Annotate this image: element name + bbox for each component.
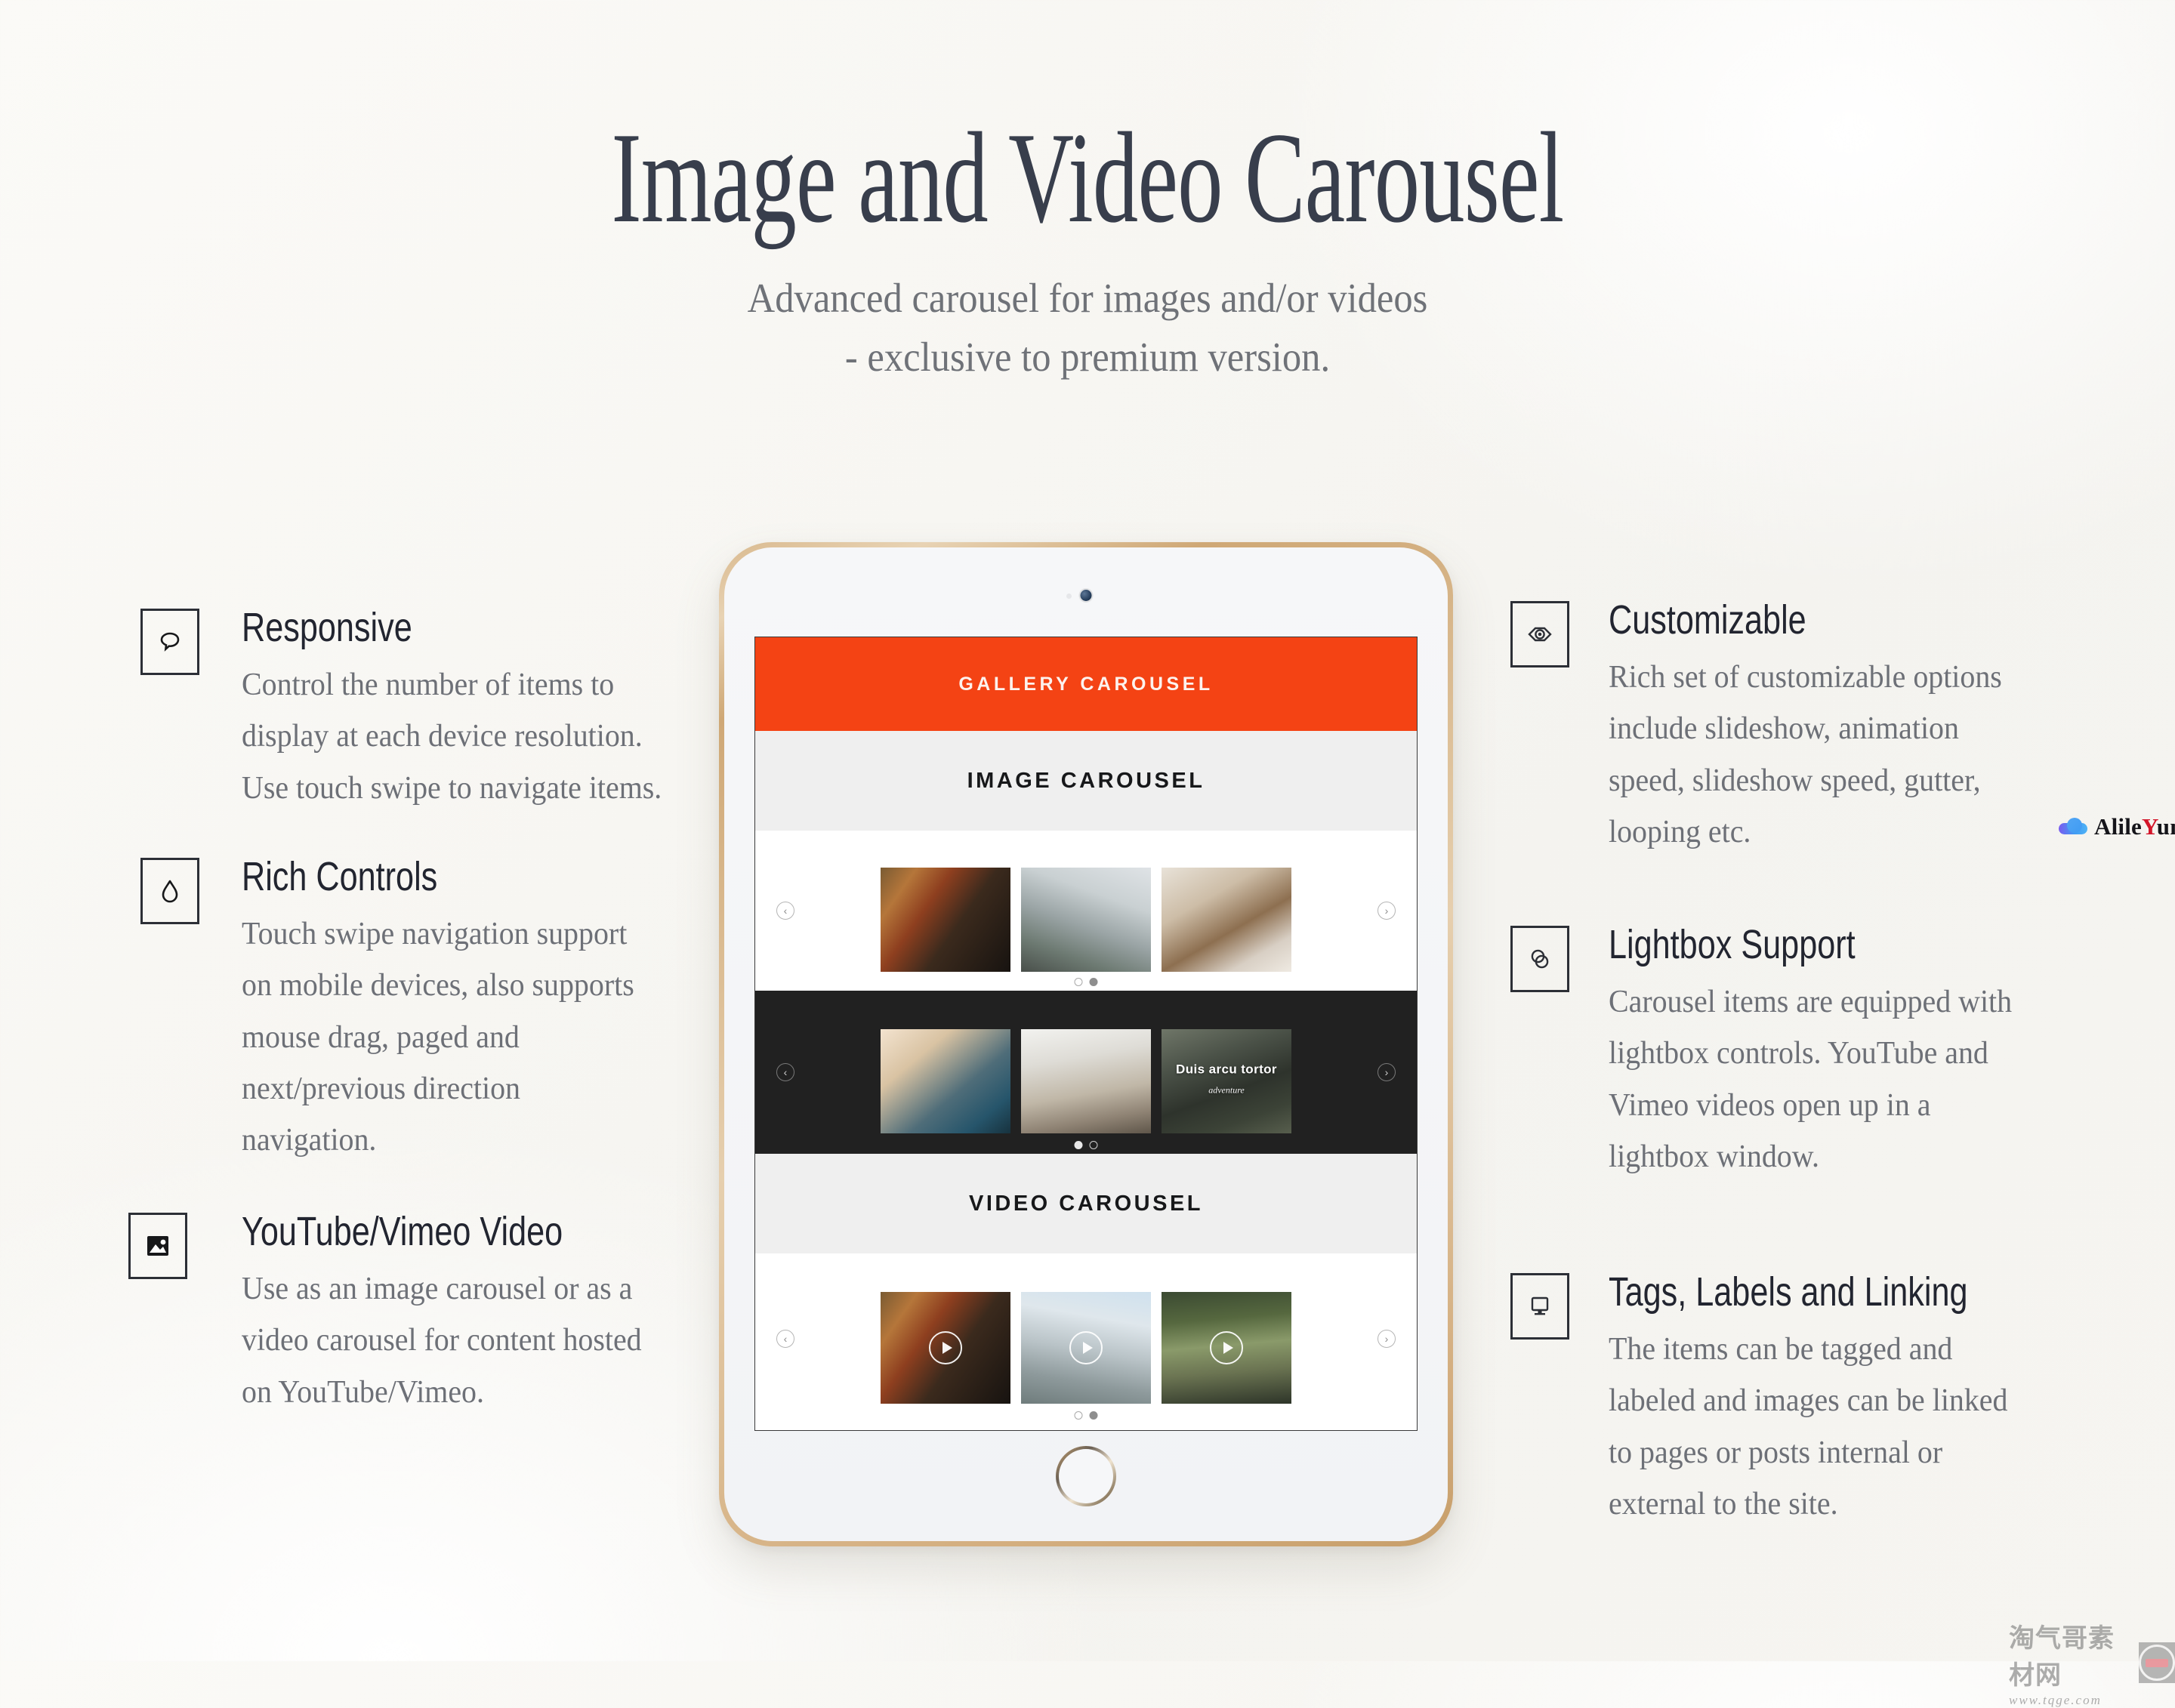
tqge-url: www.tqge.com — [2009, 1693, 2102, 1707]
feature-body: Rich set of customizable options include… — [1609, 659, 2002, 849]
overlapping-circles-icon — [1510, 926, 1569, 992]
tqge-text-block: 淘气哥素材网 www.tqge.com — [2009, 1617, 2131, 1708]
feature-column-left: Responsive Control the number of items t… — [128, 604, 684, 1450]
speech-bubble-icon — [140, 609, 199, 675]
carousel-strip[interactable] — [881, 868, 1291, 972]
page-subtitle: Advanced carousel for images and/or vide… — [87, 243, 2088, 387]
carousel-next-button[interactable]: › — [1378, 1330, 1396, 1348]
gallery-carousel-header: GALLERY CAROUSEL — [755, 637, 1417, 731]
ambient-sensor-icon — [1066, 593, 1072, 599]
carousel-item[interactable] — [881, 1292, 1010, 1404]
feature-customizable: Customizable Rich set of customizable op… — [1510, 597, 2054, 921]
feature-title: Tags, Labels and Linking — [1609, 1269, 1968, 1315]
play-icon[interactable] — [1210, 1331, 1243, 1364]
image-icon — [128, 1213, 187, 1279]
feature-body: The items can be tagged and labeled and … — [1609, 1331, 2008, 1521]
feature-body: Control the number of items to display a… — [242, 667, 662, 806]
feature-responsive: Responsive Control the number of items t… — [140, 604, 684, 853]
carousel-item[interactable] — [881, 1029, 1010, 1133]
carousel-pagination[interactable] — [1074, 1411, 1098, 1420]
feature-title: Lightbox Support — [1609, 922, 1856, 967]
carousel-strip[interactable] — [881, 1292, 1291, 1404]
carousel-item[interactable] — [881, 868, 1010, 972]
pagination-dot-active[interactable] — [1089, 978, 1098, 986]
pagination-dot[interactable] — [1074, 1411, 1083, 1420]
tqge-watermark: 淘气哥素材网 www.tqge.com — [2009, 1617, 2175, 1708]
carousel-prev-button[interactable]: ‹ — [776, 1063, 794, 1081]
eye-icon — [1510, 601, 1569, 667]
caption-title: Duis arcu tortor — [1176, 1062, 1277, 1077]
feature-body: Carousel items are equipped with lightbo… — [1609, 984, 2013, 1174]
front-camera-icon — [1080, 590, 1092, 601]
image-carousel-dark: ‹ Duis arcu tortor adventure › — [755, 991, 1417, 1154]
tablet-device: GALLERY CAROUSEL IMAGE CAROUSEL ‹ › ‹ Du… — [719, 542, 1453, 1546]
glasses-logo-icon — [2139, 1642, 2175, 1683]
play-icon[interactable] — [929, 1331, 962, 1364]
carousel-next-button[interactable]: › — [1378, 902, 1396, 920]
carousel-item[interactable] — [1021, 1292, 1151, 1404]
image-carousel-label: IMAGE CAROUSEL — [967, 768, 1205, 793]
image-carousel-section-header: IMAGE CAROUSEL — [755, 731, 1417, 831]
pagination-dot[interactable] — [1089, 1141, 1098, 1149]
video-carousel-label: VIDEO CAROUSEL — [968, 1191, 1204, 1216]
alileyun-wordmark: AlileYun — [2094, 813, 2175, 840]
video-carousel-section-header: VIDEO CAROUSEL — [755, 1154, 1417, 1253]
carousel-item[interactable] — [1021, 868, 1151, 972]
carousel-item[interactable] — [1021, 1029, 1151, 1133]
subtitle-line-1: Advanced carousel for images and/or vide… — [747, 275, 1428, 321]
monitor-icon — [1510, 1273, 1569, 1340]
tablet-screen: GALLERY CAROUSEL IMAGE CAROUSEL ‹ › ‹ Du… — [754, 637, 1418, 1431]
carousel-item[interactable] — [1162, 868, 1291, 972]
feature-title: Responsive — [242, 605, 412, 650]
pagination-dot[interactable] — [1074, 978, 1083, 986]
home-button[interactable] — [1056, 1446, 1116, 1506]
gallery-carousel-label: GALLERY CAROUSEL — [958, 673, 1214, 695]
hero-section: Image and Video Carousel Advanced carous… — [0, 0, 2175, 387]
feature-title: YouTube/Vimeo Video — [242, 1209, 563, 1254]
alileyun-watermark: AlileYun — [2059, 813, 2175, 840]
carousel-item-caption: Duis arcu tortor adventure — [1162, 1062, 1291, 1096]
cloud-icon — [2059, 818, 2087, 836]
feature-body: Use as an image carousel or as a video c… — [242, 1271, 642, 1410]
tqge-chinese-name: 淘气哥素材网 — [2009, 1624, 2115, 1690]
carousel-item[interactable] — [1162, 1292, 1291, 1404]
feature-lightbox-support: Lightbox Support Carousel items are equi… — [1510, 921, 2054, 1269]
carousel-prev-button[interactable]: ‹ — [776, 1330, 794, 1348]
carousel-strip[interactable]: Duis arcu tortor adventure — [881, 1029, 1291, 1133]
carousel-pagination[interactable] — [1074, 1141, 1098, 1149]
feature-title: Customizable — [1609, 597, 1806, 643]
video-carousel: ‹ › — [755, 1253, 1417, 1424]
pagination-dot-active[interactable] — [1074, 1141, 1083, 1149]
carousel-next-button[interactable]: › — [1378, 1063, 1396, 1081]
page-title: Image and Video Carousel — [611, 106, 1565, 250]
feature-title: Rich Controls — [242, 854, 438, 899]
feature-column-right: Customizable Rich set of customizable op… — [1510, 597, 2054, 1521]
carousel-prev-button[interactable]: ‹ — [776, 902, 794, 920]
feature-tags-labels-linking: Tags, Labels and Linking The items can b… — [1510, 1269, 2054, 1521]
feature-youtube-vimeo: YouTube/Vimeo Video Use as an image caro… — [128, 1208, 684, 1450]
caption-label: adventure — [1208, 1084, 1245, 1096]
subtitle-line-2: - exclusive to premium version. — [844, 334, 1331, 381]
droplet-icon — [140, 858, 199, 924]
image-carousel-light: ‹ › — [755, 831, 1417, 991]
play-icon[interactable] — [1069, 1331, 1103, 1364]
pagination-dot-active[interactable] — [1089, 1411, 1098, 1420]
carousel-pagination[interactable] — [1074, 978, 1098, 986]
feature-rich-controls: Rich Controls Touch swipe navigation sup… — [140, 853, 684, 1208]
tablet-face: GALLERY CAROUSEL IMAGE CAROUSEL ‹ › ‹ Du… — [724, 547, 1448, 1541]
carousel-item[interactable]: Duis arcu tortor adventure — [1162, 1029, 1291, 1133]
feature-body: Touch swipe navigation support on mobile… — [242, 916, 634, 1158]
